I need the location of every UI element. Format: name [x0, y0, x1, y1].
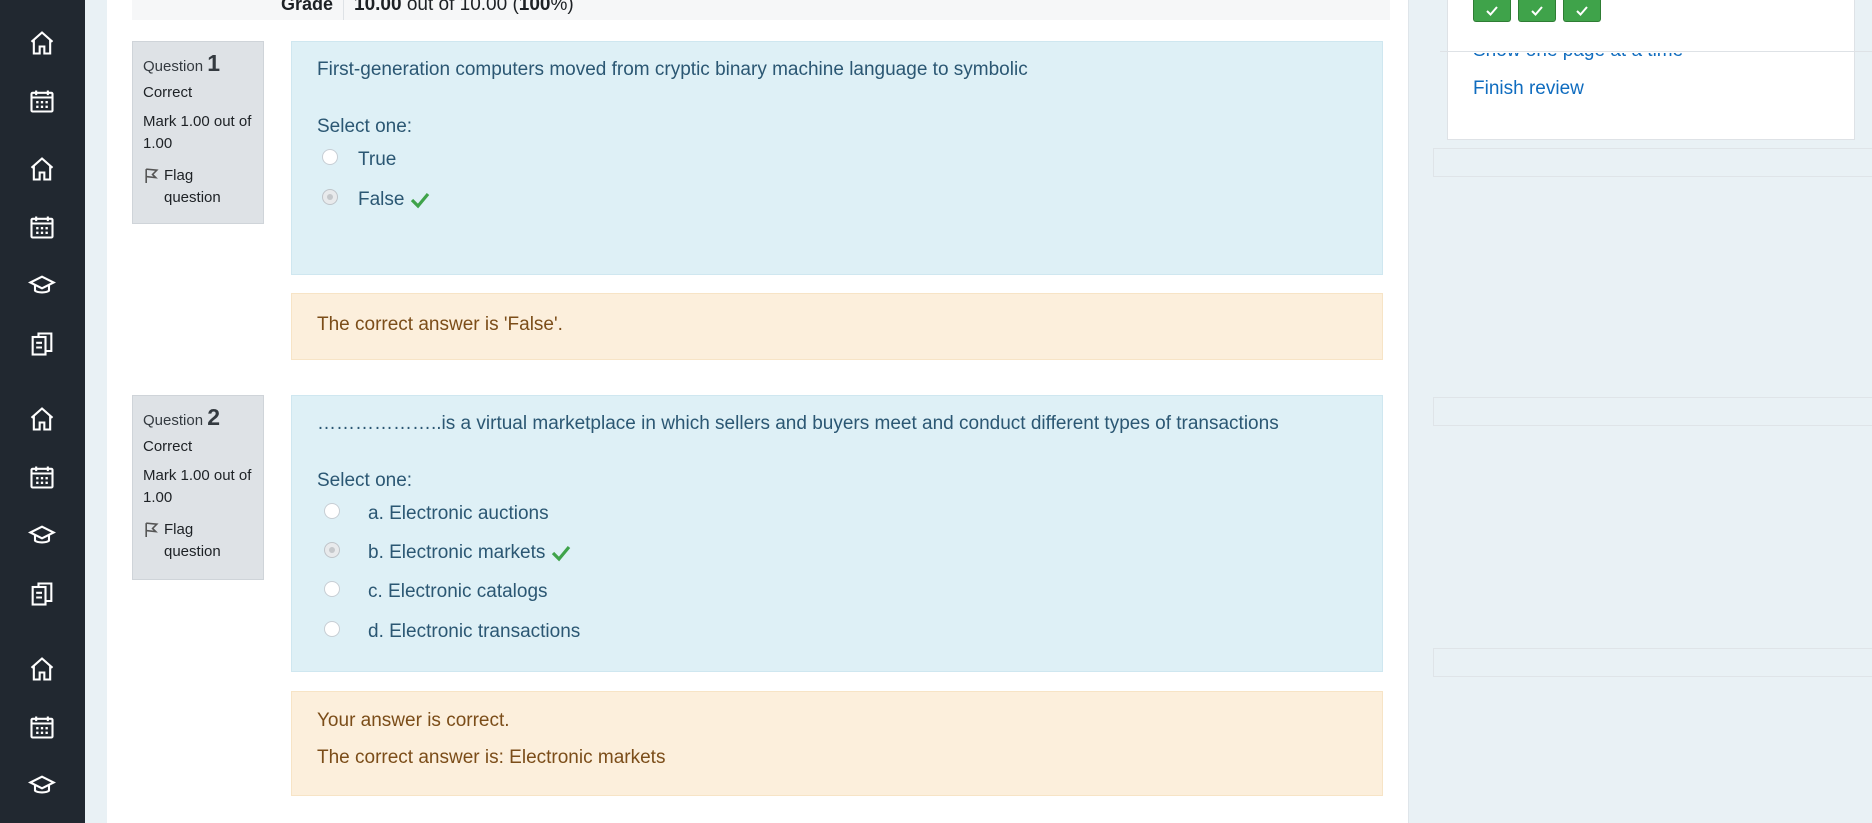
- correct-answer-text: The correct answer is: Electronic market…: [317, 747, 666, 768]
- flag-icon: [145, 522, 159, 537]
- question-2-info: Question 2 Correct Mark 1.00 out of 1.00…: [132, 395, 264, 580]
- grade-label: Grade: [281, 0, 334, 14]
- question-2-feedback: Your answer is correct. The correct answ…: [291, 691, 1383, 796]
- radio-true[interactable]: [322, 149, 338, 165]
- home-icon[interactable]: [27, 154, 57, 184]
- answer-option-false[interactable]: False: [322, 189, 430, 211]
- option-label: True: [358, 149, 397, 170]
- grade-value: 10.00 out of 10.00 (100%): [354, 0, 574, 16]
- graduation-cap-icon[interactable]: [27, 521, 57, 551]
- summary-grade-row: Grade 10.00 out of 10.00 (100%): [132, 0, 1390, 20]
- graduation-cap-icon[interactable]: [27, 271, 57, 301]
- grade-out-of: out of 10.00 (: [401, 0, 519, 15]
- flag-question-label: Flag question: [164, 521, 221, 560]
- drawer-block-divider: [1433, 148, 1872, 177]
- flag-question-label: Flag question: [164, 167, 221, 206]
- question-number-value: 1: [207, 50, 221, 76]
- option-label: c. Electronic catalogs: [368, 581, 548, 602]
- grade-score: 10.00: [354, 0, 402, 15]
- radio-b[interactable]: [324, 542, 340, 558]
- calendar-icon[interactable]: [27, 212, 57, 242]
- quiz-nav-button-2[interactable]: [1518, 0, 1556, 22]
- select-one-prompt: Select one:: [317, 470, 413, 491]
- question-state: Correct: [143, 84, 193, 101]
- radio-a[interactable]: [324, 503, 340, 519]
- left-nav-rail: [0, 0, 85, 823]
- question-label: Question: [143, 412, 208, 429]
- question-text: First-generation computers moved from cr…: [317, 59, 1028, 80]
- your-answer-text: Your answer is correct.: [317, 710, 510, 731]
- question-number-value: 2: [207, 404, 221, 430]
- grade-divider: [343, 0, 344, 20]
- answer-option-a[interactable]: a. Electronic auctions: [324, 503, 549, 525]
- flag-question-link[interactable]: Flag question: [143, 519, 253, 563]
- option-label: d. Electronic transactions: [368, 621, 581, 642]
- select-one-prompt: Select one:: [317, 116, 413, 137]
- home-icon[interactable]: [27, 654, 57, 684]
- question-mark: Mark 1.00 out of 1.00: [143, 113, 252, 152]
- home-icon[interactable]: [27, 28, 57, 58]
- check-icon: [1576, 5, 1588, 16]
- question-state: Correct: [143, 438, 193, 455]
- check-icon: [1531, 5, 1543, 16]
- drawer-block-divider: [1433, 397, 1872, 426]
- drawer-block-divider: [1433, 648, 1872, 677]
- grade-suffix: %): [550, 0, 574, 15]
- quiz-review-region: Grade 10.00 out of 10.00 (100%) Question…: [107, 0, 1409, 823]
- flag-icon: [145, 168, 159, 183]
- option-label: a. Electronic auctions: [368, 503, 549, 524]
- copy-icon[interactable]: [27, 329, 57, 359]
- calendar-icon[interactable]: [27, 462, 57, 492]
- question-text: ………………..is a virtual marketplace in whic…: [317, 413, 1279, 434]
- answer-option-c[interactable]: c. Electronic catalogs: [324, 581, 548, 603]
- option-label: False: [358, 189, 405, 210]
- radio-false[interactable]: [322, 189, 338, 205]
- calendar-icon[interactable]: [27, 712, 57, 742]
- calendar-icon[interactable]: [27, 86, 57, 116]
- question-1-feedback: The correct answer is 'False'.: [291, 293, 1383, 360]
- grade-percent: 100: [518, 0, 551, 15]
- correct-check-icon: [552, 545, 571, 562]
- radio-c[interactable]: [324, 581, 340, 597]
- correct-check-icon: [411, 192, 430, 209]
- home-icon[interactable]: [27, 404, 57, 434]
- radio-d[interactable]: [324, 621, 340, 637]
- graduation-cap-icon[interactable]: [27, 771, 57, 801]
- answer-option-d[interactable]: d. Electronic transactions: [324, 621, 580, 643]
- question-2-formulation: ………………..is a virtual marketplace in whic…: [291, 395, 1383, 672]
- answer-option-b[interactable]: b. Electronic markets: [324, 542, 571, 564]
- question-label: Question: [143, 58, 208, 75]
- finish-review-link[interactable]: Finish review: [1473, 78, 1584, 100]
- question-mark: Mark 1.00 out of 1.00: [143, 467, 252, 506]
- question-1-info: Question 1 Correct Mark 1.00 out of 1.00…: [132, 41, 264, 224]
- answer-option-true[interactable]: True: [322, 149, 396, 171]
- question-number: Question 2: [143, 404, 253, 431]
- quiz-nav-button-1[interactable]: [1473, 0, 1511, 22]
- option-label: b. Electronic markets: [368, 542, 546, 563]
- correct-answer-text: The correct answer is 'False'.: [317, 314, 563, 335]
- copy-icon[interactable]: [27, 579, 57, 609]
- question-1-formulation: First-generation computers moved from cr…: [291, 41, 1383, 275]
- question-number: Question 1: [143, 50, 253, 77]
- check-icon: [1486, 5, 1498, 16]
- quiz-nav-button-3[interactable]: [1563, 0, 1601, 22]
- flag-question-link[interactable]: Flag question: [143, 165, 253, 209]
